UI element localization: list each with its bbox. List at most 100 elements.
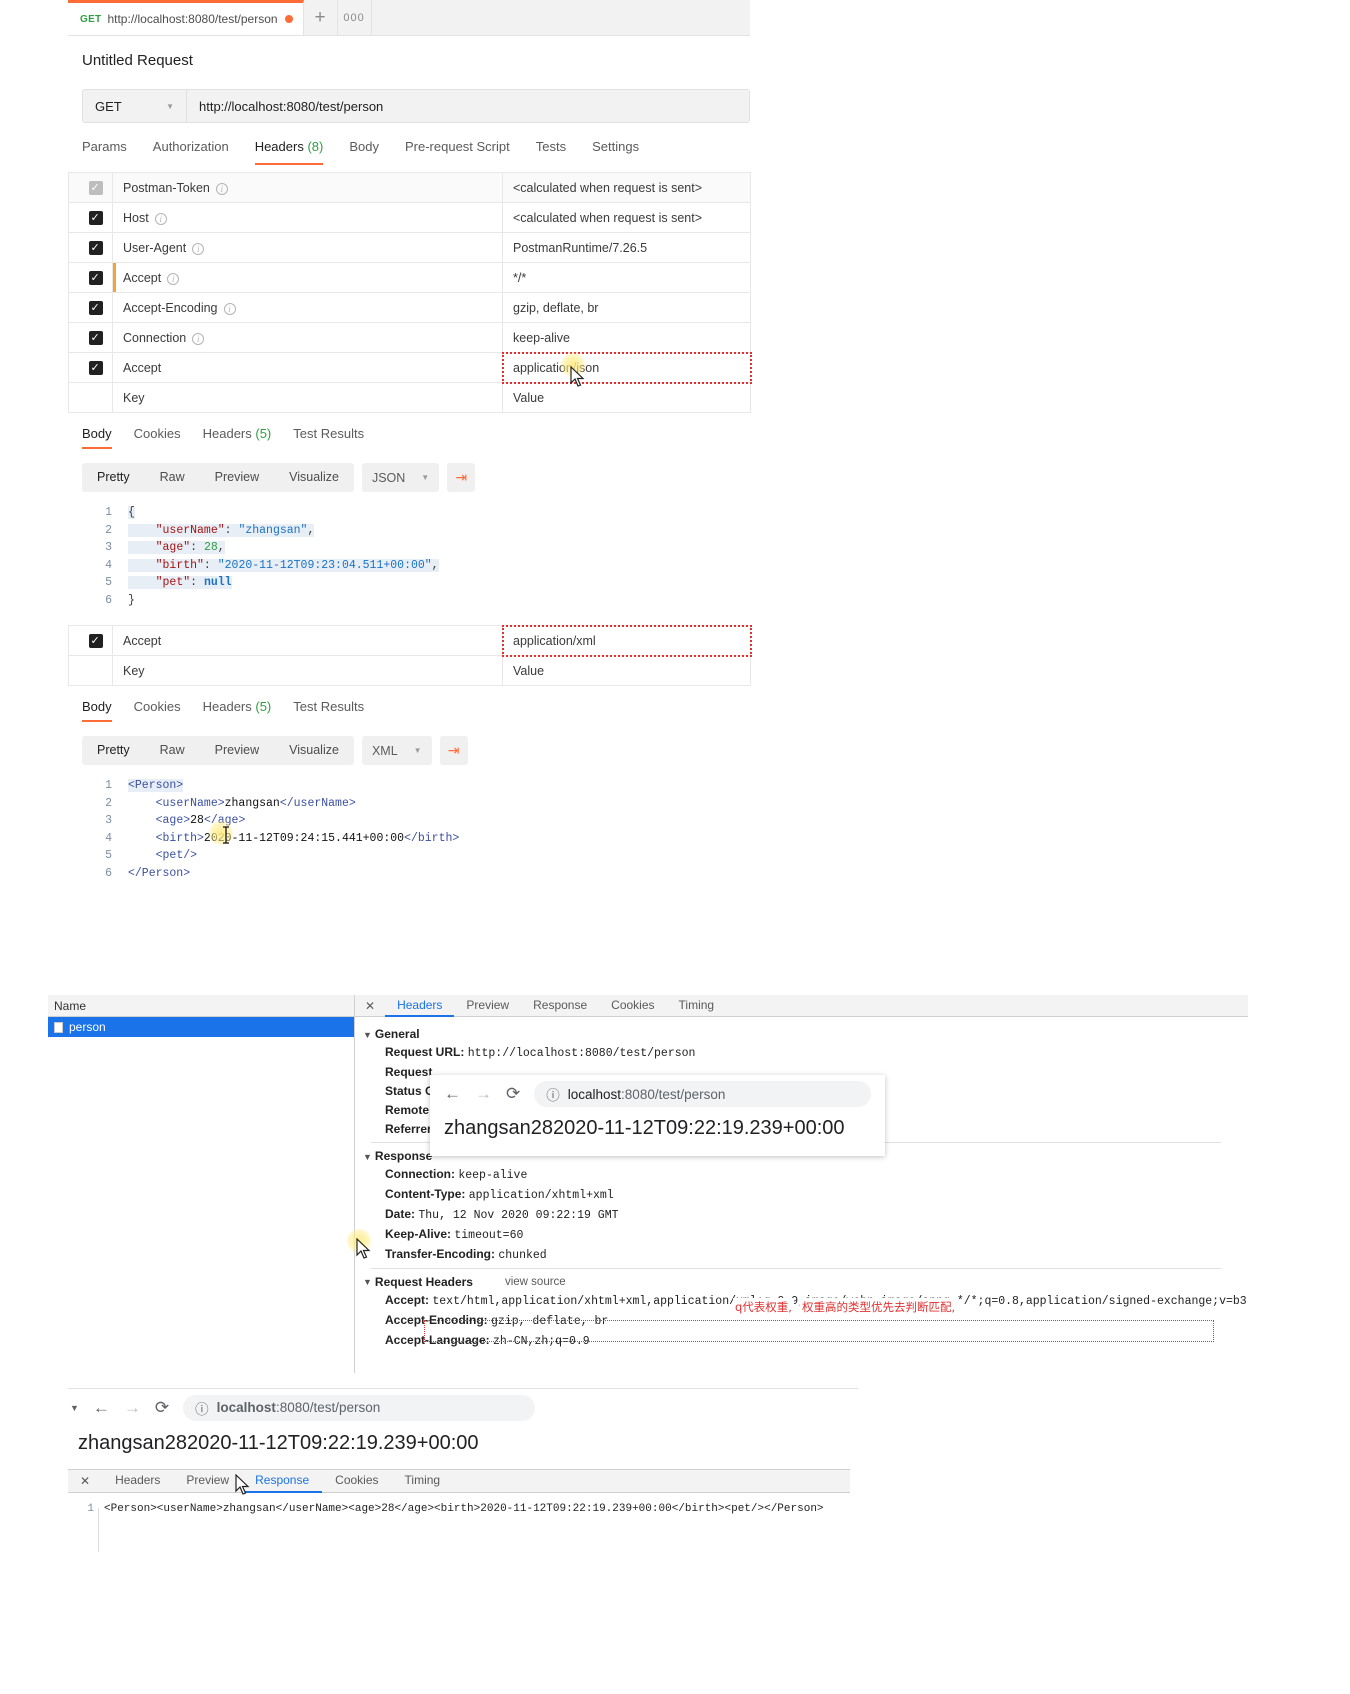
table-row[interactable]: Accept application/xml xyxy=(68,624,752,657)
header-value-cell[interactable]: gzip, deflate, br xyxy=(502,292,751,323)
response2-tab-body[interactable]: Body xyxy=(82,699,112,722)
section-general[interactable]: ▼ General xyxy=(363,1027,1248,1041)
header-key-cell[interactable]: Accept xyxy=(112,352,503,383)
table-row[interactable]: Hosti <calculated when request is sent> xyxy=(68,202,751,233)
bottom-tab-headers[interactable]: Headers xyxy=(102,1469,173,1493)
header-value-cell-accept-json[interactable]: application/json xyxy=(501,351,752,384)
header-value-cell[interactable]: <calculated when request is sent> xyxy=(502,202,751,233)
info-icon[interactable]: i xyxy=(192,242,205,255)
checkbox-icon[interactable] xyxy=(88,180,103,195)
xml-response-body[interactable]: 1 <Person> 2 <userName>zhangsan</userName… xyxy=(82,777,750,882)
bottom-browser-address-bar[interactable]: ⓘ localhost:8080/test/person xyxy=(183,1394,536,1421)
view-mode-visualize-2[interactable]: Visualize xyxy=(274,736,354,765)
close-icon[interactable]: ✕ xyxy=(355,999,385,1013)
section-request-headers[interactable]: ▼ Request Headers view source xyxy=(363,1275,1248,1289)
row-checkbox-cell[interactable] xyxy=(68,172,113,203)
info-icon[interactable]: i xyxy=(215,182,228,195)
info-icon[interactable]: i xyxy=(154,212,167,225)
mini-browser-address-bar[interactable]: ⓘ localhost:8080/test/person xyxy=(534,1081,871,1107)
tab-body[interactable]: Body xyxy=(349,139,379,165)
format-select-json[interactable]: JSON ▼ xyxy=(361,463,440,492)
tab-overflow-menu-icon[interactable]: 000 xyxy=(338,0,372,35)
header-value-cell[interactable]: PostmanRuntime/7.26.5 xyxy=(502,232,751,263)
site-info-icon[interactable]: ⓘ xyxy=(195,1398,209,1418)
view-mode-pretty-2[interactable]: Pretty xyxy=(82,736,145,765)
value-placeholder-cell[interactable]: Value xyxy=(502,382,751,413)
row-checkbox-cell[interactable] xyxy=(68,292,113,323)
checkbox-icon[interactable] xyxy=(88,210,103,225)
view-source-link[interactable]: view source xyxy=(505,1276,566,1288)
close-icon[interactable]: ✕ xyxy=(68,1474,102,1488)
table-row[interactable]: Postman-Token i <calculated when request … xyxy=(68,172,751,203)
key-placeholder-cell[interactable]: Key xyxy=(112,655,503,686)
checkbox-icon[interactable] xyxy=(88,270,103,285)
response-tab-cookies[interactable]: Cookies xyxy=(134,426,181,449)
view-mode-visualize[interactable]: Visualize xyxy=(274,463,354,492)
wrap-lines-button[interactable]: ⇥ xyxy=(447,463,476,492)
tab-settings[interactable]: Settings xyxy=(592,139,639,165)
view-mode-preview[interactable]: Preview xyxy=(200,463,274,492)
devtools-tab-preview[interactable]: Preview xyxy=(454,995,521,1017)
response-tab-body[interactable]: Body xyxy=(82,426,112,449)
wrap-lines-button-2[interactable]: ⇥ xyxy=(439,736,468,765)
table-row[interactable]: User-Agent i PostmanRuntime/7.26.5 xyxy=(68,232,751,263)
bottom-tab-timing[interactable]: Timing xyxy=(392,1469,454,1493)
response2-tab-test-results[interactable]: Test Results xyxy=(293,699,364,722)
new-tab-button[interactable]: + xyxy=(304,0,338,35)
devtools-tab-cookies[interactable]: Cookies xyxy=(599,995,666,1017)
key-placeholder-cell[interactable]: Key xyxy=(112,382,503,413)
table-row-empty[interactable]: Key Value xyxy=(68,655,751,686)
view-mode-raw-2[interactable]: Raw xyxy=(145,736,200,765)
info-icon[interactable]: i xyxy=(167,272,180,285)
header-key-cell[interactable]: Host i xyxy=(112,202,503,233)
table-row-empty[interactable]: Key Value xyxy=(68,382,751,413)
tab-params[interactable]: Params xyxy=(82,139,127,165)
header-value-cell[interactable]: keep-alive xyxy=(502,322,751,353)
bottom-response-code[interactable]: 1 <Person><userName>zhangsan</userName><a… xyxy=(68,1493,858,1515)
table-row[interactable]: Accept-Encoding i gzip, deflate, br xyxy=(68,292,751,323)
info-icon[interactable]: i xyxy=(223,302,236,315)
tab-headers[interactable]: Headers (8) xyxy=(254,139,324,165)
row-checkbox-cell[interactable] xyxy=(68,322,113,353)
checkbox-icon[interactable] xyxy=(88,330,103,345)
reload-icon[interactable]: ⟳ xyxy=(155,1398,169,1418)
format-select-xml[interactable]: XML ▼ xyxy=(361,736,432,765)
row-checkbox-cell[interactable] xyxy=(68,352,113,383)
back-icon[interactable]: ← xyxy=(444,1084,461,1104)
tab-tests[interactable]: Tests xyxy=(536,139,566,165)
checkbox-icon[interactable] xyxy=(88,633,103,648)
header-value-cell[interactable]: */* xyxy=(502,262,751,293)
row-checkbox-cell[interactable] xyxy=(68,262,113,293)
bottom-tab-preview[interactable]: Preview xyxy=(173,1469,242,1493)
header-value-cell[interactable]: <calculated when request is sent> xyxy=(502,172,751,203)
site-info-icon[interactable]: ⓘ xyxy=(546,1084,560,1104)
checkbox-icon[interactable] xyxy=(88,240,103,255)
checkbox-icon[interactable] xyxy=(88,300,103,315)
url-input[interactable]: http://localhost:8080/test/person xyxy=(187,90,749,122)
devtools-tab-timing[interactable]: Timing xyxy=(667,995,727,1017)
reload-icon[interactable]: ⟳ xyxy=(506,1084,520,1104)
row-checkbox-cell[interactable] xyxy=(68,202,113,233)
response2-tab-cookies[interactable]: Cookies xyxy=(134,699,181,722)
table-row[interactable]: Accept application/json xyxy=(68,351,752,384)
json-response-body[interactable]: 1{ 2 "userName": "zhangsan", 3 "age": 28… xyxy=(82,504,750,609)
request-tab-active[interactable]: GET http://localhost:8080/test/person xyxy=(68,0,304,35)
view-mode-preview-2[interactable]: Preview xyxy=(200,736,274,765)
info-icon[interactable]: i xyxy=(192,332,205,345)
header-key-cell[interactable]: Accept-Encoding i xyxy=(112,292,503,323)
row-checkbox-cell[interactable] xyxy=(68,232,113,263)
table-row[interactable]: Connection i keep-alive xyxy=(68,322,751,353)
row-checkbox-cell[interactable] xyxy=(68,625,113,656)
forward-icon[interactable]: → xyxy=(124,1398,141,1418)
back-icon[interactable]: ← xyxy=(93,1398,110,1418)
bottom-tab-response[interactable]: Response xyxy=(242,1469,323,1493)
network-request-row-person[interactable]: person xyxy=(48,1017,354,1037)
table-row[interactable]: Accepti */* xyxy=(68,262,751,293)
view-mode-raw[interactable]: Raw xyxy=(145,463,200,492)
header-key-cell[interactable]: User-Agent i xyxy=(112,232,503,263)
header-key-cell[interactable]: Connection i xyxy=(112,322,503,353)
bottom-tab-cookies[interactable]: Cookies xyxy=(322,1469,391,1493)
response-tab-test-results[interactable]: Test Results xyxy=(293,426,364,449)
http-method-select[interactable]: GET ▼ xyxy=(83,90,187,122)
tab-pre-request-script[interactable]: Pre-request Script xyxy=(405,139,510,165)
